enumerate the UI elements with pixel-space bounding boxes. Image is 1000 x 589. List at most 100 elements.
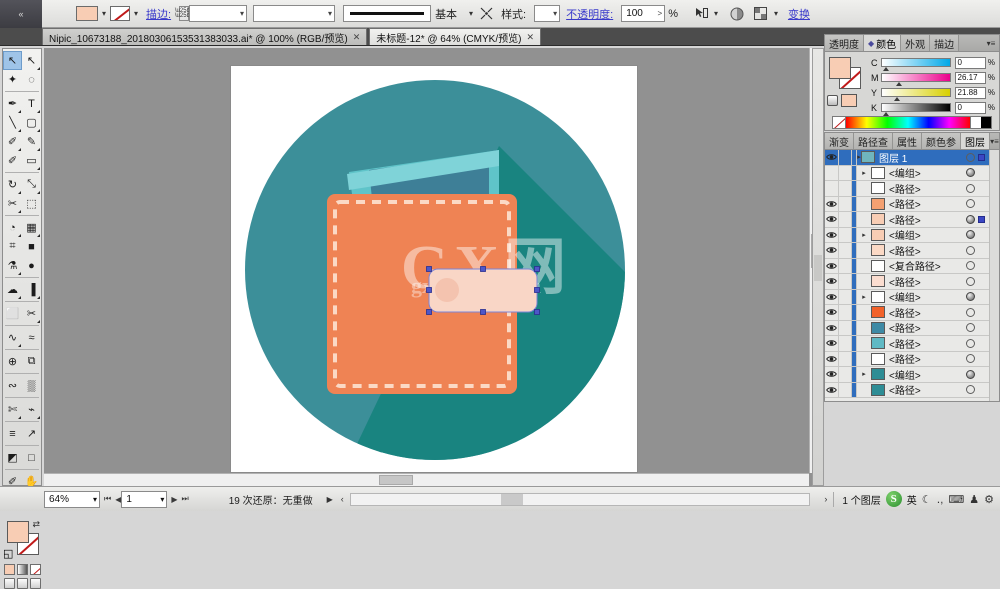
- eye-icon[interactable]: [825, 165, 839, 180]
- direct-selection-tool[interactable]: ↖: [22, 51, 41, 70]
- color-slider-track[interactable]: [881, 103, 951, 116]
- layer-name[interactable]: <路径>: [889, 181, 966, 196]
- document-tab-1[interactable]: Nipic_10673188_20180306153531383033.ai* …: [42, 28, 368, 45]
- layer-row[interactable]: <路径>: [825, 243, 989, 259]
- eye-icon[interactable]: [825, 258, 839, 273]
- line-segment-tool[interactable]: ╲: [3, 113, 22, 132]
- selection-tool[interactable]: ↖: [3, 51, 22, 70]
- eye-icon[interactable]: [825, 336, 839, 351]
- full-screen-mode-button[interactable]: [29, 578, 41, 589]
- layer-target-indicator[interactable]: [966, 385, 975, 395]
- panel-menu-icon[interactable]: ▾≡: [983, 35, 999, 51]
- layer-row[interactable]: <路径>: [825, 181, 989, 197]
- lock-toggle[interactable]: [839, 320, 852, 335]
- eraser-tool[interactable]: ▭: [22, 151, 41, 170]
- layer-target-indicator[interactable]: [966, 152, 975, 162]
- gradient-mode-button[interactable]: [16, 564, 28, 575]
- color-channel-value[interactable]: 0: [954, 56, 986, 69]
- spectrum-black-swatch[interactable]: [981, 117, 991, 128]
- reshape-tool[interactable]: ⧉: [22, 352, 41, 371]
- stroke-weight-spinner[interactable]: \u25b4 \u25be: [175, 6, 193, 21]
- layer-name[interactable]: <路径>: [889, 320, 966, 335]
- pencil-tool[interactable]: ✎: [22, 132, 41, 151]
- layers-panel-tab-1[interactable]: 路径查: [854, 133, 893, 149]
- color-slider-thumb[interactable]: [893, 97, 900, 101]
- layers-panel-tab-0[interactable]: 渐变: [825, 133, 854, 149]
- spectrum-none-swatch[interactable]: [833, 117, 846, 128]
- transparency-grid-arrow[interactable]: ▾: [770, 6, 782, 21]
- layer-target-indicator[interactable]: [966, 307, 975, 317]
- eye-icon[interactable]: [825, 243, 839, 258]
- eye-icon[interactable]: [825, 367, 839, 382]
- gradient-tool[interactable]: ■: [22, 237, 41, 256]
- close-icon[interactable]: ✕: [526, 32, 534, 43]
- ime-language-label[interactable]: 英: [907, 492, 917, 507]
- layer-name[interactable]: 图层 1: [879, 150, 966, 165]
- collapsed-panel-tab[interactable]: [814, 255, 822, 281]
- layer-target-indicator[interactable]: [966, 199, 975, 209]
- stroke-profile-combo[interactable]: ▾: [253, 5, 336, 22]
- lock-toggle[interactable]: [839, 351, 852, 366]
- layers-scrollbar[interactable]: [989, 150, 999, 401]
- lock-toggle[interactable]: [839, 367, 852, 382]
- mesh-tool[interactable]: ⌗: [3, 237, 22, 256]
- toolbox-fill-swatch[interactable]: [7, 521, 29, 543]
- width-tool[interactable]: ✂: [3, 194, 22, 213]
- eye-icon[interactable]: [825, 351, 839, 366]
- select-similar-arrow[interactable]: ▾: [710, 6, 722, 21]
- eye-icon[interactable]: [825, 305, 839, 320]
- color-spectrum-bar[interactable]: [832, 116, 992, 129]
- lock-toggle[interactable]: [839, 243, 852, 258]
- canvas-area[interactable]: GX网 gxsystem.com: [44, 48, 822, 486]
- disclosure-triangle-icon[interactable]: ▸: [857, 370, 871, 378]
- horizontal-scroll-thumb[interactable]: [379, 475, 413, 485]
- status-scroll-track[interactable]: [349, 492, 811, 506]
- collapsed-panel-dock[interactable]: [812, 48, 824, 486]
- stroke-swatch[interactable]: [110, 6, 130, 21]
- layer-name[interactable]: <编组>: [889, 165, 966, 180]
- lock-toggle[interactable]: [839, 227, 852, 242]
- eye-icon[interactable]: [825, 274, 839, 289]
- eye-icon[interactable]: [825, 181, 839, 196]
- pen-tool[interactable]: ✒: [3, 94, 22, 113]
- normal-screen-mode-button[interactable]: [3, 578, 15, 589]
- color-channel-value[interactable]: 0: [954, 101, 986, 114]
- spectrum-white-swatch[interactable]: [970, 117, 981, 128]
- color-panel-fill-swatch[interactable]: [829, 57, 851, 79]
- keyboard-icon[interactable]: ⌨: [948, 493, 964, 506]
- layer-row[interactable]: <路径>: [825, 336, 989, 352]
- transparency-grid-icon[interactable]: [752, 5, 770, 23]
- knife-tool[interactable]: ≡: [3, 424, 22, 443]
- color-slider-thumb[interactable]: [883, 67, 890, 71]
- shape-builder-tool[interactable]: ◔: [3, 218, 22, 237]
- layer-row[interactable]: <路径>: [825, 274, 989, 290]
- status-scroll-thumb[interactable]: [500, 493, 523, 505]
- select-similar-icon[interactable]: [692, 5, 710, 23]
- scale-tool[interactable]: ⤡: [22, 175, 41, 194]
- layer-row[interactable]: ▸ <编组>: [825, 165, 989, 181]
- layer-target-indicator[interactable]: [966, 168, 975, 178]
- color-slider-track[interactable]: [881, 88, 951, 101]
- layer-name[interactable]: <路径>: [889, 243, 966, 258]
- layer-target-indicator[interactable]: [966, 230, 975, 240]
- column-graph-tool[interactable]: ▐: [22, 280, 41, 299]
- color-last-swatch[interactable]: [841, 94, 857, 107]
- warp-tool[interactable]: ∿: [3, 328, 22, 347]
- default-fill-stroke-icon[interactable]: ◱: [3, 547, 13, 560]
- scissors-tool[interactable]: ✄: [3, 400, 22, 419]
- color-slider-thumb[interactable]: [883, 112, 890, 116]
- color-slider-track[interactable]: [881, 58, 951, 71]
- person-icon[interactable]: ♟: [969, 493, 979, 506]
- crosshair-tool[interactable]: ⊕: [3, 352, 22, 371]
- blend-tool[interactable]: ●: [22, 256, 41, 275]
- layer-row[interactable]: <复合路径>: [825, 258, 989, 274]
- eyedropper-tool[interactable]: ⚗: [3, 256, 22, 275]
- color-panel-tab-0[interactable]: 透明度: [825, 35, 864, 51]
- artboard[interactable]: GX网 gxsystem.com: [230, 65, 638, 473]
- color-panel-tab-2[interactable]: 外观: [901, 35, 931, 51]
- status-menu-arrow[interactable]: ▶: [327, 495, 333, 504]
- layer-target-indicator[interactable]: [966, 276, 975, 286]
- blob-brush-tool[interactable]: ✐: [3, 151, 22, 170]
- layer-name[interactable]: <路径>: [889, 336, 966, 351]
- lock-toggle[interactable]: [839, 212, 852, 227]
